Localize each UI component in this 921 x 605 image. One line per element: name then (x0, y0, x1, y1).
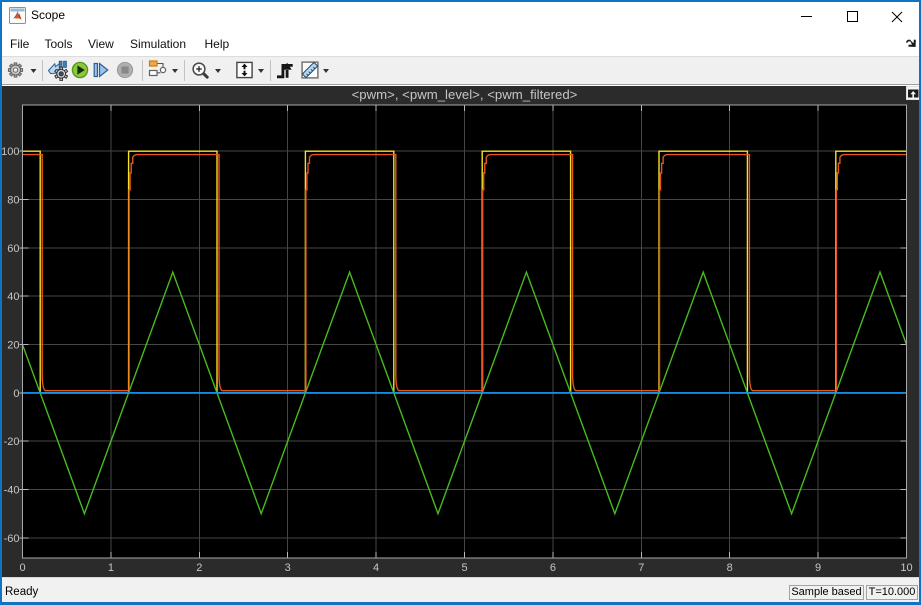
svg-text:3: 3 (285, 562, 291, 574)
svg-text:10: 10 (900, 562, 912, 574)
svg-text:-40: -40 (4, 485, 20, 497)
svg-text:<pwm>, <pwm_level>, <pwm_filte: <pwm>, <pwm_level>, <pwm_filtered> (352, 87, 578, 102)
svg-text:1: 1 (108, 562, 114, 574)
svg-text:60: 60 (7, 243, 19, 255)
svg-text:6: 6 (550, 562, 556, 574)
svg-text:8: 8 (727, 562, 733, 574)
svg-text:0: 0 (13, 388, 19, 400)
svg-text:4: 4 (373, 562, 379, 574)
svg-text:100: 100 (2, 146, 20, 158)
svg-text:7: 7 (638, 562, 644, 574)
svg-text:-60: -60 (4, 533, 20, 545)
svg-text:40: 40 (7, 291, 19, 303)
svg-text:20: 20 (7, 340, 19, 352)
svg-text:0: 0 (19, 562, 25, 574)
svg-text:9: 9 (815, 562, 821, 574)
svg-text:2: 2 (196, 562, 202, 574)
svg-text:-20: -20 (4, 436, 20, 448)
svg-text:5: 5 (461, 562, 467, 574)
svg-text:80: 80 (7, 195, 19, 207)
